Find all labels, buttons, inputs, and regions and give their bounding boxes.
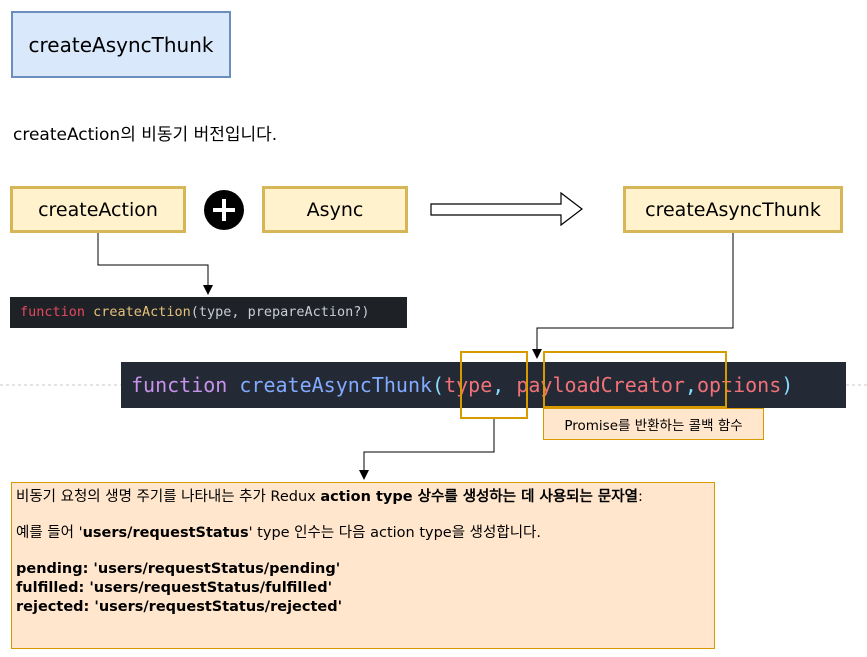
type-description: 비동기 요청의 생명 주기를 나타내는 추가 Redux action type… xyxy=(11,482,715,649)
connector-createaction-to-code xyxy=(97,233,213,295)
description-line-2-bold: users/requestStatus xyxy=(82,525,249,541)
description-line-2-suffix: ' type 인수는 다음 action type을 생성합니다. xyxy=(248,525,541,541)
fulfilled-text: fulfilled: 'users/requestStatus/fulfille… xyxy=(16,580,333,596)
code2-paren-close: ) xyxy=(781,373,794,397)
code2-keyword: function xyxy=(131,373,228,397)
plus-icon xyxy=(204,190,244,230)
title-text: createAsyncThunk xyxy=(28,32,214,57)
code2-function-name: createAsyncThunk xyxy=(239,373,433,397)
description-line-1: 비동기 요청의 생명 주기를 나타내는 추가 Redux action type… xyxy=(16,488,710,507)
create-action-signature: function createAction(type, prepareActio… xyxy=(10,297,407,328)
create-action-box: createAction xyxy=(10,186,186,233)
connector-thunk-to-code xyxy=(532,233,734,359)
pending-line: pending: 'users/requestStatus/pending' xyxy=(16,560,710,579)
async-label: Async xyxy=(306,198,364,221)
description-line-2: 예를 들어 'users/requestStatus' type 인수는 다음 … xyxy=(16,524,710,543)
pending-text: pending: 'users/requestStatus/pending' xyxy=(16,561,341,577)
type-highlight xyxy=(460,351,528,419)
description-line-1-suffix: : xyxy=(637,489,643,505)
title-box: createAsyncThunk xyxy=(11,11,231,78)
create-async-thunk-box: createAsyncThunk xyxy=(623,186,843,233)
fulfilled-line: fulfilled: 'users/requestStatus/fulfille… xyxy=(16,579,710,598)
subtitle: createAction의 비동기 버전입니다. xyxy=(13,125,278,145)
code1-keyword: function xyxy=(20,304,86,320)
create-async-thunk-label: createAsyncThunk xyxy=(645,198,821,221)
description-line-1-prefix: 비동기 요청의 생명 주기를 나타내는 추가 Redux xyxy=(16,489,321,505)
async-box: Async xyxy=(262,186,408,233)
code1-params: (type, prepareAction?) xyxy=(190,304,370,320)
payload-highlight xyxy=(543,351,727,408)
rejected-text: rejected: 'users/requestStatus/rejected' xyxy=(16,599,343,615)
description-line-2-prefix: 예를 들어 ' xyxy=(16,525,83,541)
connector-type-to-description xyxy=(359,419,495,480)
description-line-1-bold: action type 상수를 생성하는 데 사용되는 문자열 xyxy=(320,489,638,505)
create-action-label: createAction xyxy=(38,198,158,221)
payload-note: Promise를 반환하는 콜백 함수 xyxy=(543,408,764,440)
code2-paren-open: ( xyxy=(432,373,445,397)
big-right-arrow-icon xyxy=(430,191,583,227)
payload-note-text: Promise를 반환하는 콜백 함수 xyxy=(564,418,743,434)
rejected-line: rejected: 'users/requestStatus/rejected' xyxy=(16,598,710,617)
code1-function-name: createAction xyxy=(93,304,191,320)
